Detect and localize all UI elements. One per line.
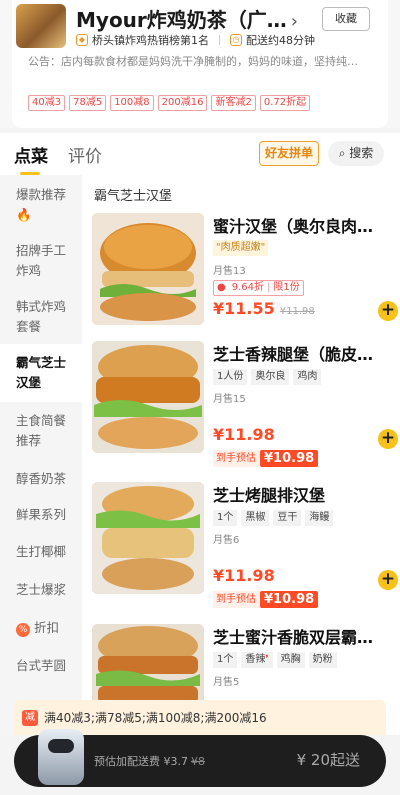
estimated-label: 到手预估	[213, 591, 259, 608]
menu-item[interactable]: 芝士香辣腿堡（脆皮… 1人份 奥尔良 鸡肉 月售15 ¥11.98 + 到手预估…	[92, 341, 398, 467]
item-price: ¥11.98	[213, 425, 275, 444]
delivery-fee-original: ¥8	[191, 755, 205, 768]
sidebar-item-hot[interactable]: 爆款推荐 🔥	[0, 185, 82, 225]
sidebar-item-signature-chicken[interactable]: 招牌手工炸鸡	[0, 241, 70, 281]
promo-chip: 78减5	[69, 95, 107, 111]
fire-icon: 🔥	[16, 207, 32, 222]
item-specs: 1个 黑椒 豆干 海鳗	[213, 510, 334, 526]
add-to-cart-button[interactable]: +	[378, 570, 398, 590]
sidebar-item-fresh-fruit[interactable]: 鲜果系列	[0, 505, 82, 525]
burger-image	[92, 341, 204, 453]
spec-chip: 1人份	[213, 369, 248, 385]
menu-list: 霸气芝士汉堡 蜜汁汉堡（奥尔良肉… "肉质超嫩" 月售13 ● 9.64折 | 限1份…	[82, 175, 400, 735]
item-tag: "肉质超嫩"	[213, 240, 269, 256]
sidebar-item-korean-chicken[interactable]: 韩式炸鸡套餐	[0, 297, 70, 337]
search-button[interactable]: ⌕ 搜索	[328, 141, 384, 166]
item-specs: 1个 香辣❜ 鸡胸 奶粉	[213, 652, 337, 668]
tag-icon: ●	[217, 282, 226, 293]
promo-chip: 100减8	[110, 95, 154, 111]
burger-image	[92, 213, 204, 325]
item-name: 芝士香辣腿堡（脆皮…	[213, 345, 374, 364]
spec-chip: 1个	[213, 510, 238, 526]
sidebar-item-cheese-burst[interactable]: 芝士爆浆	[0, 580, 82, 600]
spec-chip: 鸡肉	[293, 369, 322, 385]
cart-icon[interactable]	[38, 729, 84, 785]
spec-chip: 1个	[213, 652, 238, 668]
search-icon: ⌕	[338, 146, 346, 160]
sidebar-item-taro[interactable]: 台式芋圆	[0, 656, 82, 676]
sold-count: 月售5	[213, 677, 240, 688]
item-price: ¥11.55 ¥11.98	[213, 299, 315, 318]
item-specs: 1人份 奥尔良 鸡肉	[213, 369, 322, 385]
discount-icon: %	[16, 623, 30, 637]
estimated-price: ¥10.98	[260, 591, 319, 608]
sold-count: 月售13	[213, 266, 246, 277]
original-price: ¥11.98	[279, 306, 315, 317]
favorite-button[interactable]: 收藏	[322, 7, 370, 31]
promo-chip: 0.72折起	[259, 95, 311, 111]
cart-bar[interactable]: 预估加配送费 ¥3.7 ¥8 ¥ 20起送	[14, 729, 386, 787]
sidebar-item-coconut[interactable]: 生打椰椰	[0, 542, 82, 562]
chevron-right-icon: ›	[290, 11, 298, 32]
sidebar-item-cheese-burger[interactable]: 霸气芝士汉堡	[0, 344, 82, 402]
add-to-cart-button[interactable]: +	[378, 429, 398, 449]
shield-icon: ◆	[76, 34, 88, 46]
chili-icon: ❜	[265, 654, 269, 665]
item-name: 芝士烤腿排汉堡	[213, 486, 326, 505]
sidebar-item-discount[interactable]: % 折扣	[0, 618, 82, 638]
eta-text: 配送约48分钟	[246, 34, 315, 47]
ranking-text: 桥头镇炸鸡热销榜第1名	[92, 34, 209, 47]
estimated-price: ¥10.98	[260, 450, 319, 467]
category-sidebar: 爆款推荐 🔥 招牌手工炸鸡 韩式炸鸡套餐 霸气芝士汉堡 主食简餐推荐 醇香奶茶 …	[0, 175, 82, 735]
spec-chip: 豆干	[273, 510, 302, 526]
divider	[219, 35, 220, 45]
store-thumbnail[interactable]	[16, 4, 66, 48]
sold-count: 月售15	[213, 394, 246, 405]
spec-chip: 海鳗	[305, 510, 334, 526]
tab-bar: 点菜 评价 好友拼单 ⌕ 搜索	[0, 133, 400, 175]
category-title: 霸气芝士汉堡	[94, 189, 173, 204]
item-name: 蜜汁汉堡（奥尔良肉…	[213, 217, 374, 236]
group-order-button[interactable]: 好友拼单	[259, 141, 319, 166]
sidebar-item-milk-tea[interactable]: 醇香奶茶	[0, 469, 82, 489]
spec-chip: 奥尔良	[251, 369, 290, 385]
sidebar-item-staple[interactable]: 主食简餐推荐	[0, 411, 70, 451]
tab-order[interactable]: 点菜	[14, 142, 48, 175]
tab-review[interactable]: 评价	[68, 142, 102, 167]
spec-chip: 鸡胸	[276, 652, 305, 668]
clock-icon: ◷	[230, 34, 242, 46]
promo-chip: 40减3	[28, 95, 66, 111]
store-name[interactable]: Myour炸鸡奶茶（广… ›	[76, 4, 298, 33]
sold-count: 月售6	[213, 535, 240, 546]
reduction-icon: 减	[22, 709, 38, 726]
promo-chip: 200减16	[157, 95, 208, 111]
store-badges: ◆ 桥头镇炸鸡热销榜第1名 ◷ 配送约48分钟	[76, 32, 315, 48]
promo-chips[interactable]: 40减3 78减5 100减8 200减16 新客减2 0.72折起	[28, 95, 311, 111]
store-header: Myour炸鸡奶茶（广… › 收藏 ◆ 桥头镇炸鸡热销榜第1名 ◷ 配送约48分钟…	[0, 0, 400, 128]
spec-chip: 香辣❜	[241, 652, 273, 668]
delivery-fee: 预估加配送费 ¥3.7 ¥8	[94, 755, 205, 768]
min-order-label: ¥ 20起送	[296, 751, 360, 769]
add-to-cart-button[interactable]: +	[378, 301, 398, 321]
store-notice[interactable]: 公告：店内每款食材都是妈妈洗干净腌制的，妈妈的味道，坚持纯…	[28, 53, 368, 69]
estimated-label: 到手预估	[213, 450, 259, 467]
item-price: ¥11.98	[213, 566, 275, 585]
menu-item[interactable]: 蜜汁汉堡（奥尔良肉… "肉质超嫩" 月售13 ● 9.64折 | 限1份 ¥11.55…	[92, 213, 398, 328]
spec-chip: 黑椒	[241, 510, 270, 526]
menu-item[interactable]: 芝士烤腿排汉堡 1个 黑椒 豆干 海鳗 月售6 ¥11.98 + 到手预估 ¥1…	[92, 482, 398, 608]
spec-chip: 奶粉	[308, 652, 337, 668]
reduction-text: 满40减3;满78减5;满100减8;满200减16	[44, 711, 267, 725]
discount-badge: ● 9.64折 | 限1份	[213, 280, 304, 296]
burger-image	[92, 482, 204, 594]
item-name: 芝士蜜汁香脆双层霸…	[213, 628, 374, 647]
promo-chip: 新客减2	[211, 95, 256, 111]
